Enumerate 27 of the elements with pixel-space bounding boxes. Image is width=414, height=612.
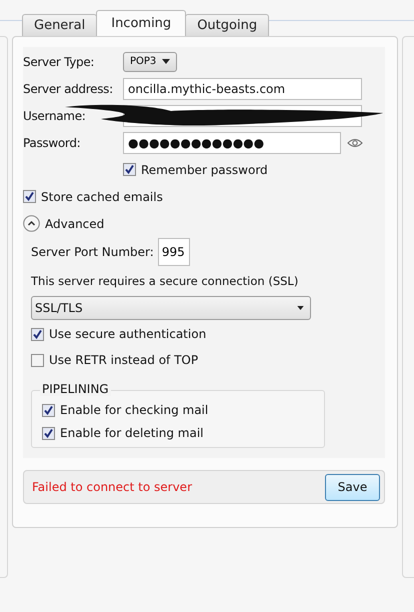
advanced-expander[interactable]: Advanced bbox=[23, 215, 104, 232]
eye-icon[interactable] bbox=[347, 138, 363, 148]
field-label: Password: bbox=[23, 136, 82, 150]
option-checkbox[interactable]: Enable for checking mail bbox=[42, 403, 208, 417]
caret-icon bbox=[162, 59, 170, 64]
tab[interactable]: Incoming bbox=[96, 10, 186, 36]
field-label: Server Type: bbox=[23, 54, 96, 68]
server-address-field[interactable]: oncilla.mythic-beasts.com bbox=[123, 78, 362, 100]
remember-password-checkbox[interactable]: Remember password bbox=[123, 162, 268, 176]
store-cached-checkbox[interactable]: Store cached emails bbox=[23, 190, 163, 204]
option-checkbox[interactable]: Enable for deleting mail bbox=[42, 426, 204, 440]
tab[interactable]: Outgoing bbox=[185, 14, 270, 36]
tab[interactable]: General bbox=[22, 14, 98, 36]
field-label: This server requires a secure connection (SSL) bbox=[31, 274, 298, 288]
caret-icon bbox=[297, 306, 304, 310]
server-type-dropdown[interactable]: POP3 bbox=[123, 52, 178, 72]
password-field[interactable]: ●●●●●●●●●●●●● bbox=[123, 132, 341, 154]
field-label: Username: bbox=[23, 108, 87, 122]
field-label: Server address: bbox=[23, 82, 114, 96]
field-label: Server Port Number: bbox=[31, 245, 154, 259]
option-checkbox[interactable]: Use RETR instead of TOP bbox=[31, 353, 198, 367]
ssl-dropdown[interactable]: SSL/TLS bbox=[31, 296, 311, 320]
save-button[interactable]: Save bbox=[325, 474, 380, 500]
error-message: Failed to connect to server bbox=[32, 480, 192, 494]
group-title: PIPELINING bbox=[40, 382, 111, 396]
option-checkbox[interactable]: Use secure authentication bbox=[31, 327, 206, 341]
port-field[interactable]: 995 bbox=[158, 238, 190, 266]
